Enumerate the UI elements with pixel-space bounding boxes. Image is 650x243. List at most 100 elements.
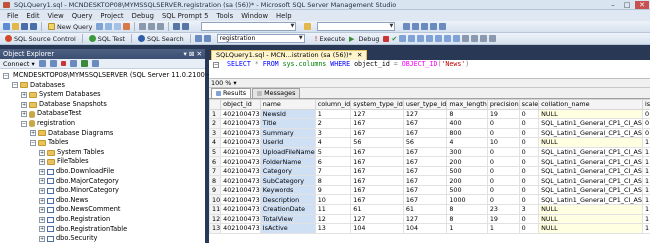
grid-cell[interactable]: 402100473 [220,223,261,234]
grid-cell[interactable]: SQL_Latin1_General_CP1_CI_AS [538,184,643,196]
grid-cell[interactable]: 2 [314,118,352,129]
grid-cell[interactable]: 61 [350,203,404,215]
expand-icon[interactable]: + [39,235,45,242]
grid-cell[interactable]: TotalView [259,213,316,225]
grid-cell[interactable]: 3 [314,127,352,139]
grid-cell[interactable]: 127 [402,213,448,225]
grid-cell[interactable]: 0 [518,165,540,177]
grid-cell[interactable]: 0 [486,184,520,196]
disconnect-icon[interactable] [49,60,57,67]
grid-cell[interactable]: 167 [350,165,404,177]
filter-icon[interactable] [69,60,77,67]
grid-cell[interactable]: CreationDate [259,203,316,215]
row-number[interactable]: 9 [208,184,222,196]
grid-cell[interactable]: 6 [314,156,352,167]
grid-cell[interactable]: 167 [350,184,404,196]
save-icon[interactable] [21,23,28,30]
grid-cell[interactable]: 3 [518,203,540,215]
grid-cell[interactable]: 0 [518,223,540,234]
grid-cell[interactable]: 1 [641,137,650,148]
column-header[interactable]: object_id [220,99,261,110]
expand-icon[interactable]: + [39,216,45,223]
row-number[interactable]: 10 [208,194,222,205]
grid-cell[interactable]: SubCategory [259,175,316,186]
sql-source-control-button[interactable]: SQL Source Control [3,34,78,44]
grid-cell[interactable]: 167 [350,127,404,139]
grid-cell[interactable]: 1 [486,223,520,234]
sql-search-button[interactable]: SQL Search [136,34,186,44]
grid-cell[interactable]: 1 [314,108,352,120]
grid-cell[interactable]: IsActive [259,223,316,234]
grid-cell[interactable]: 300 [446,146,488,158]
tab-sqlquery1[interactable]: SQLQuery1.sql - MCN...istration (sa (56)… [211,50,368,60]
menu-view[interactable]: View [44,12,68,20]
grid-cell[interactable]: 1 [641,175,650,186]
grid-cell[interactable]: 402100473 [220,156,261,167]
grid-cell[interactable]: 0 [486,165,520,177]
table-row[interactable]: 6 402100473 FolderName 6 167 167 200 0 0 SQL_Lati… [208,156,650,167]
grid-cell[interactable]: 0 [518,127,540,139]
expand-icon[interactable]: + [39,168,45,175]
grid-cell[interactable]: 0 [518,184,540,196]
query-options-icon[interactable] [408,35,416,42]
grid-cell[interactable]: Category [259,165,316,177]
tree-node[interactable]: + dbo.News [0,196,205,206]
table-row[interactable]: 7 402100473 Category 7 167 167 500 0 0 SQL_Latin1… [208,165,650,177]
grid-cell[interactable]: FolderName [259,156,316,167]
grid-cell[interactable]: 167 [402,156,448,167]
comment-icon[interactable] [462,35,470,42]
expand-icon[interactable]: + [30,130,36,137]
cut-icon[interactable] [139,23,147,30]
grid-cell[interactable]: 0 [641,118,650,129]
tree-node-server[interactable]: − MCNDESKTOP08\MYMSSQLSERVER (SQL Server… [0,71,221,81]
expand-icon[interactable]: + [21,101,27,108]
expand-icon[interactable]: + [39,226,45,233]
grid-cell[interactable]: NULL [538,108,643,120]
grid-cell[interactable]: 12 [314,213,352,225]
row-number[interactable]: 12 [208,213,222,225]
menu-debug[interactable]: Debug [128,12,158,20]
zoom-combo[interactable]: 100 % ▾ [209,79,650,88]
grid-cell[interactable]: NULL [538,213,643,225]
maximize-icon[interactable]: □ [620,1,634,9]
menu-tools[interactable]: Tools [212,12,237,20]
grid-cell[interactable]: NULL [538,137,643,148]
solution-config-combo[interactable]: ▼ [201,22,297,31]
grid-cell[interactable]: 167 [402,127,448,139]
grid-cell[interactable]: 127 [350,213,404,225]
grid-cell[interactable]: 0 [518,156,540,167]
refresh-icon[interactable] [80,60,88,67]
mdx-query-icon[interactable] [114,23,122,30]
expand-icon[interactable]: + [39,207,45,214]
column-header[interactable]: is_nullable [641,99,650,110]
row-number[interactable]: 13 [208,223,222,234]
column-header[interactable]: precision [486,99,520,110]
grid-cell[interactable]: 4 [446,137,488,148]
grid-cell[interactable]: 402100473 [220,184,261,196]
new-file-icon[interactable] [3,23,10,30]
grid-cell[interactable]: 0 [518,175,540,186]
grid-cell[interactable]: 167 [402,146,448,158]
grid-cell[interactable]: 167 [402,184,448,196]
grid-cell[interactable]: 0 [486,194,520,205]
paste-icon[interactable] [157,23,165,30]
grid-cell[interactable]: 4 [314,137,352,148]
intellisense-icon[interactable] [417,35,425,42]
collapse-icon[interactable]: − [12,82,18,89]
grid-cell[interactable]: 9 [314,184,352,196]
tree-node[interactable]: + dbo.NewsComment [0,205,205,215]
table-row[interactable]: 10 402100473 Description 10 167 167 1000 0 0 SQL_… [208,194,650,205]
grid-cell[interactable]: 61 [402,203,448,215]
grid-cell[interactable]: 402100473 [220,137,261,148]
expand-icon[interactable]: + [39,178,45,185]
change-connection-icon[interactable] [203,35,211,42]
tree-node[interactable]: + dbo.MinorCategory [0,186,205,196]
grid-cell[interactable]: SQL_Latin1_General_CP1_CI_AS [538,165,643,177]
grid-cell[interactable]: 8 [446,203,488,215]
grid-cell[interactable]: 500 [446,184,488,196]
column-header[interactable]: collation_name [538,99,643,110]
expand-icon[interactable]: + [39,187,45,194]
table-row[interactable]: 5 402100473 UploadFileName 5 167 167 300 0 0 SQL_… [208,146,650,158]
row-number[interactable]: 2 [208,118,222,129]
expand-icon[interactable]: + [39,197,45,204]
